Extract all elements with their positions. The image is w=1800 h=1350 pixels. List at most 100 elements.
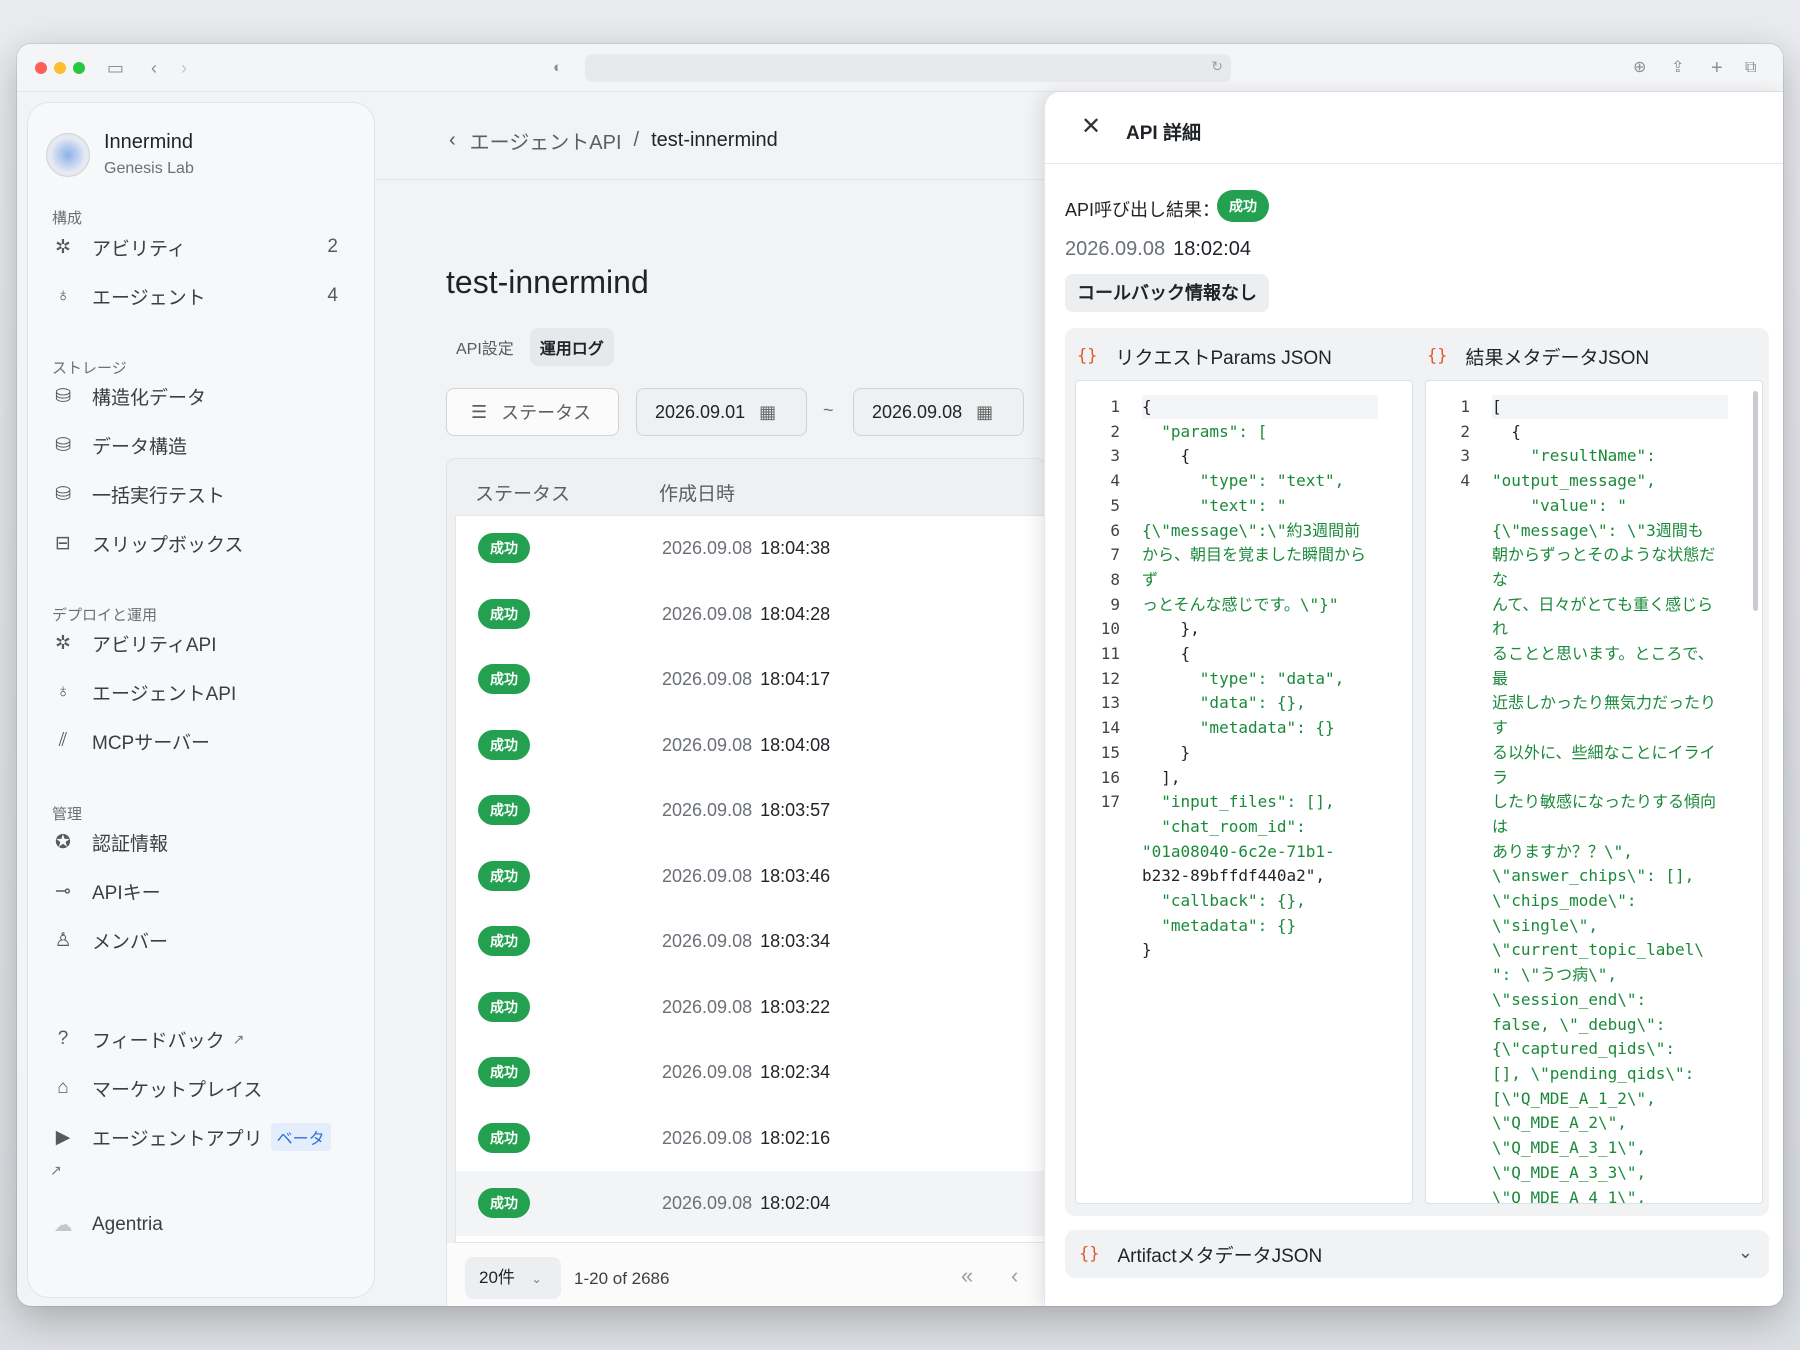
- line-number: 8: [1110, 569, 1120, 589]
- sidebar-item-mcp-server[interactable]: ⫽ MCPサーバー: [50, 721, 350, 761]
- sidebar-item-api-keys[interactable]: ⊸ APIキー: [50, 871, 350, 911]
- status-badge: 成功: [478, 1057, 530, 1087]
- tab-api-settings[interactable]: API設定: [446, 328, 524, 366]
- table-row[interactable]: 成功 2026.09.08 18:04:28: [456, 582, 1045, 647]
- status-badge: 成功: [478, 860, 530, 891]
- line-number: 1: [1460, 397, 1470, 416]
- reload-icon[interactable]: ↻: [1211, 58, 1223, 75]
- page-size-value: 20件: [479, 1268, 515, 1287]
- table-row[interactable]: 成功 2026.09.08 18:03:57: [456, 778, 1045, 843]
- share-icon[interactable]: ⇪: [1671, 56, 1684, 80]
- breadcrumb: ‹ エージェントAPI / test-innermind: [449, 126, 778, 155]
- pagination: 20件 ⌄ 1-20 of 2686 « ‹: [447, 1243, 1045, 1306]
- forward-icon[interactable]: ›: [181, 56, 187, 80]
- code-line: \"Q_MDE_A_4_1\",: [1492, 1187, 1647, 1204]
- first-page-icon[interactable]: «: [961, 1263, 973, 1289]
- tab-overview-icon[interactable]: ⧉: [1745, 56, 1756, 80]
- sidebar-item-agent-api[interactable]: ♁ エージェントAPI: [50, 672, 350, 712]
- sidebar-item-credentials[interactable]: ✪ 認証情報: [50, 822, 350, 862]
- code-line: {: [1142, 397, 1152, 416]
- brain-icon: ♁: [55, 285, 71, 306]
- sidebar-item-members[interactable]: ♙ メンバー: [50, 920, 350, 960]
- close-window-button[interactable]: [35, 62, 47, 74]
- request-json-editor[interactable]: 1 2 3 4 5 6 7 8 9 10 11 12 13 14 15 16 17 { "params": [ …: [1075, 380, 1413, 1204]
- back-icon[interactable]: ‹: [151, 56, 157, 80]
- table-row[interactable]: 成功 2026.09.08 18:04:08: [456, 713, 1045, 778]
- sidebar-item-agent[interactable]: ♁ エージェント 4: [50, 276, 350, 316]
- page-size-select[interactable]: 20件 ⌄: [465, 1257, 561, 1299]
- org-switcher[interactable]: Innermind Genesis Lab: [46, 131, 194, 178]
- table-row[interactable]: 成功 2026.09.08 18:02:34: [456, 1040, 1045, 1105]
- sidebar-item-feedback[interactable]: ? フィードバック ↗: [50, 1019, 350, 1059]
- sidebar-item-ability[interactable]: ✲ アビリティ 2: [50, 227, 350, 267]
- user-icon: ♙: [54, 929, 72, 951]
- sidebar-toggle-icon[interactable]: ▭: [107, 56, 124, 80]
- page-title: test-innermind: [446, 264, 649, 300]
- sidebar-item-marketplace[interactable]: ⌂ マーケットプレイス: [50, 1068, 350, 1108]
- code-line: "params": [: [1142, 421, 1268, 441]
- scrollbar[interactable]: [1753, 391, 1758, 611]
- breadcrumb-current: test-innermind: [651, 129, 778, 151]
- table-row[interactable]: 成功 2026.09.08 18:04:17: [456, 647, 1045, 712]
- table-row[interactable]: 成功 2026.09.08 18:03:34: [456, 909, 1045, 974]
- prev-page-icon[interactable]: ‹: [1011, 1263, 1018, 1289]
- page-range: 1-20 of 2686: [574, 1269, 670, 1288]
- date-to-field[interactable]: 2026.09.08 ▦: [853, 388, 1024, 436]
- date-from-field[interactable]: 2026.09.01 ▦: [636, 388, 807, 436]
- table-row[interactable]: 成功 2026.09.08 18:03:22: [456, 975, 1045, 1040]
- code-line: \"Q_MDE_A_3_1\",: [1492, 1138, 1647, 1158]
- sidebar-item-label: APIキー: [92, 882, 161, 904]
- status-badge: 成功: [478, 664, 530, 694]
- zoom-window-button[interactable]: [73, 62, 85, 74]
- created-at: 2026.09.08 18:03:57: [662, 800, 830, 821]
- download-icon[interactable]: ⊕: [1633, 56, 1646, 80]
- database-icon: ⛁: [55, 385, 71, 407]
- date-range-separator: ~: [823, 400, 834, 420]
- address-bar[interactable]: ↻: [585, 54, 1231, 82]
- sidebar-item-data-schema[interactable]: ⛁ データ構造: [50, 425, 350, 465]
- code-line: false, \"_debug\":: [1492, 1014, 1666, 1034]
- sidebar-item-label: データ構造: [92, 436, 188, 458]
- table-row[interactable]: 成功 2026.09.08 18:02:16: [456, 1106, 1045, 1171]
- sidebar-item-slipbox[interactable]: ⊟ スリップボックス: [50, 523, 350, 563]
- agent-app-external-link[interactable]: ↗: [50, 1155, 350, 1185]
- count-badge: 4: [327, 285, 338, 306]
- sidebar-item-structured-data[interactable]: ⛁ 構造化データ: [50, 376, 350, 416]
- code-line: "value": ": [1492, 495, 1627, 515]
- json-panels: {} リクエストParams JSON {} 結果メタデータJSON 12345…: [1065, 328, 1769, 1216]
- code-line: 近悲しかったり無気力だったりす: [1492, 693, 1717, 738]
- sidebar-item-label: エージェントAPI: [92, 683, 237, 705]
- status-filter-button[interactable]: ☰ ステータス: [446, 388, 619, 436]
- created-time: 18:02:16: [760, 1127, 831, 1148]
- code-line: したり敏感になったりする傾向は: [1492, 792, 1717, 836]
- new-tab-icon[interactable]: +: [1711, 56, 1723, 80]
- status-badge: 成功: [478, 533, 530, 563]
- code-line: "01a08040-6c2e-71b1-: [1142, 841, 1335, 861]
- table-row[interactable]: 成功 2026.09.08 18:02:04: [456, 1171, 1045, 1236]
- sidebar-item-ability-api[interactable]: ✲ アビリティAPI: [50, 623, 350, 663]
- result-label: API呼び出し結果：: [1065, 200, 1221, 220]
- avatar: [46, 132, 90, 177]
- store-icon: ⌂: [57, 1077, 69, 1098]
- braces-icon: {}: [1077, 346, 1098, 366]
- code-line: {: [1142, 644, 1191, 664]
- sidebar-item-label: スリップボックス: [92, 534, 244, 556]
- sidebar-item-batch-test[interactable]: ⛁ 一括実行テスト: [50, 474, 350, 514]
- tab-operation-logs[interactable]: 運用ログ: [529, 328, 614, 366]
- chevron-left-icon[interactable]: ‹: [449, 129, 456, 152]
- shield-icon[interactable]: ◐: [553, 56, 562, 80]
- breadcrumb-parent[interactable]: エージェントAPI: [470, 126, 622, 155]
- code-line: }: [1142, 940, 1152, 960]
- sidebar-item-agent-app[interactable]: ▶ エージェントアプリ ベータ: [50, 1117, 350, 1157]
- sidebar-item-agentria[interactable]: ☁ Agentria: [50, 1205, 350, 1245]
- created-at: 2026.09.08 18:02:16: [662, 1128, 830, 1149]
- artifact-json-accordion[interactable]: {} ArtifactメタデータJSON ⌄: [1065, 1230, 1769, 1278]
- result-json-editor[interactable]: 1 2 3 4 [ { "resultName": "output_message", …: [1425, 380, 1763, 1204]
- table-row[interactable]: 成功 2026.09.08 18:04:38: [456, 516, 1045, 581]
- table-row[interactable]: 成功 2026.09.08 18:03:46: [456, 844, 1045, 909]
- close-icon[interactable]: ✕: [1081, 112, 1101, 141]
- chevron-down-icon: ⌄: [531, 1272, 542, 1286]
- code-line: 朝からずっとそのような状態だな: [1492, 545, 1716, 589]
- line-number: 1: [1110, 397, 1120, 416]
- minimize-window-button[interactable]: [54, 62, 66, 74]
